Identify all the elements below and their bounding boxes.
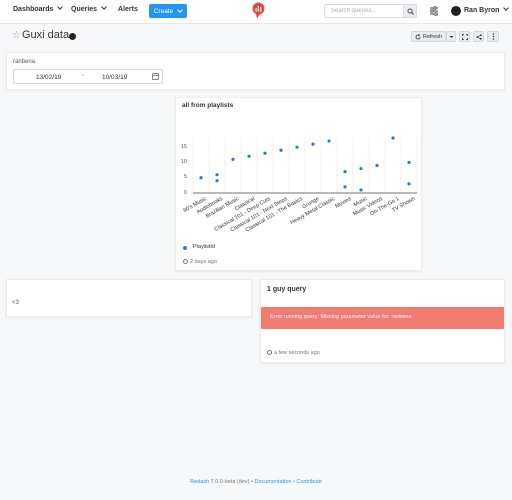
clock-icon: [267, 350, 272, 355]
error-widget-title[interactable]: 1 guy query: [267, 286, 306, 293]
share-button[interactable]: [473, 31, 484, 42]
search-button[interactable]: [403, 4, 417, 18]
settings-sliders-icon[interactable]: [428, 5, 440, 17]
footer-separator: •: [293, 479, 295, 485]
text-widget-content: <3: [12, 300, 19, 306]
chevron-down-icon: [101, 4, 107, 10]
chart-widget-title[interactable]: all from playlists: [182, 102, 233, 109]
contribute-link[interactable]: Contribute: [296, 479, 321, 485]
redash-logo-icon[interactable]: [252, 2, 265, 19]
nav-alerts[interactable]: Alerts: [118, 6, 138, 13]
chart-ytick: 10: [180, 158, 187, 165]
dashboard-title: Guxi data: [22, 29, 70, 41]
legend-label[interactable]: PlaylistId: [193, 244, 215, 250]
search-input[interactable]: [324, 4, 404, 18]
search-icon: [406, 7, 414, 15]
redash-link[interactable]: Redash: [190, 479, 209, 485]
refresh-button[interactable]: Refresh: [411, 31, 446, 42]
parameter-label: ranbena: [13, 59, 36, 65]
favorite-star-icon[interactable]: ☆: [12, 31, 21, 41]
create-button[interactable]: Create: [149, 4, 187, 18]
nav-queries-label: Queries: [71, 6, 98, 13]
nav-dashboards[interactable]: Dashboards: [13, 4, 64, 13]
chevron-down-icon: [57, 4, 64, 10]
nav-dashboards-label: Dashboards: [13, 6, 54, 13]
footer-separator: •: [251, 479, 253, 485]
error-updated-text: a few seconds ago: [274, 350, 320, 356]
chart-updated-text: 2 days ago: [190, 259, 217, 265]
nav-queries[interactable]: Queries: [71, 4, 107, 13]
expand-icon: [461, 33, 468, 40]
chart-updated: 2 days ago: [183, 258, 217, 265]
fullscreen-button[interactable]: [459, 31, 470, 42]
user-name-label: Ran Byron: [464, 7, 500, 14]
documentation-link[interactable]: Documentation: [254, 479, 291, 485]
create-label: Create: [153, 7, 174, 15]
refresh-label: Refresh: [422, 33, 443, 40]
version-text: 7.0.0-beta (dev): [210, 479, 250, 485]
text-widget: [6, 279, 252, 317]
caret-down-icon: [449, 35, 453, 38]
refresh-dropdown-button[interactable]: [446, 31, 456, 42]
clock-icon: [183, 259, 188, 264]
chart-ytick: 5: [183, 174, 187, 181]
chevron-down-icon: [177, 7, 184, 13]
share-icon: [475, 33, 482, 40]
error-updated: a few seconds ago: [267, 349, 320, 356]
end-date-input[interactable]: 10/03/19: [102, 74, 127, 81]
error-message: Error running query: Missing parameter v…: [261, 307, 504, 329]
more-vertical-icon: [492, 33, 494, 40]
more-options-button[interactable]: [487, 31, 499, 42]
chevron-down-icon: [503, 5, 510, 11]
legend-marker: [183, 246, 187, 250]
calendar-icon: [152, 73, 159, 80]
refresh-icon: [415, 33, 421, 39]
footer: Redash 7.0.0-beta (dev) • Documentation …: [0, 479, 512, 485]
start-date-input[interactable]: 13/02/19: [36, 74, 61, 81]
chart-ytick: 0: [183, 189, 187, 196]
date-range-separator: ~: [81, 73, 85, 79]
chart-ytick: 15: [180, 143, 187, 150]
date-range-picker[interactable]: 13/02/19 ~ 10/03/19: [13, 69, 163, 84]
top-navbar: Dashboards Queries Alerts Create Ran Byr…: [0, 0, 512, 24]
owner-avatar: [69, 33, 76, 40]
user-avatar[interactable]: [451, 6, 461, 16]
user-menu[interactable]: Ran Byron: [464, 5, 510, 14]
